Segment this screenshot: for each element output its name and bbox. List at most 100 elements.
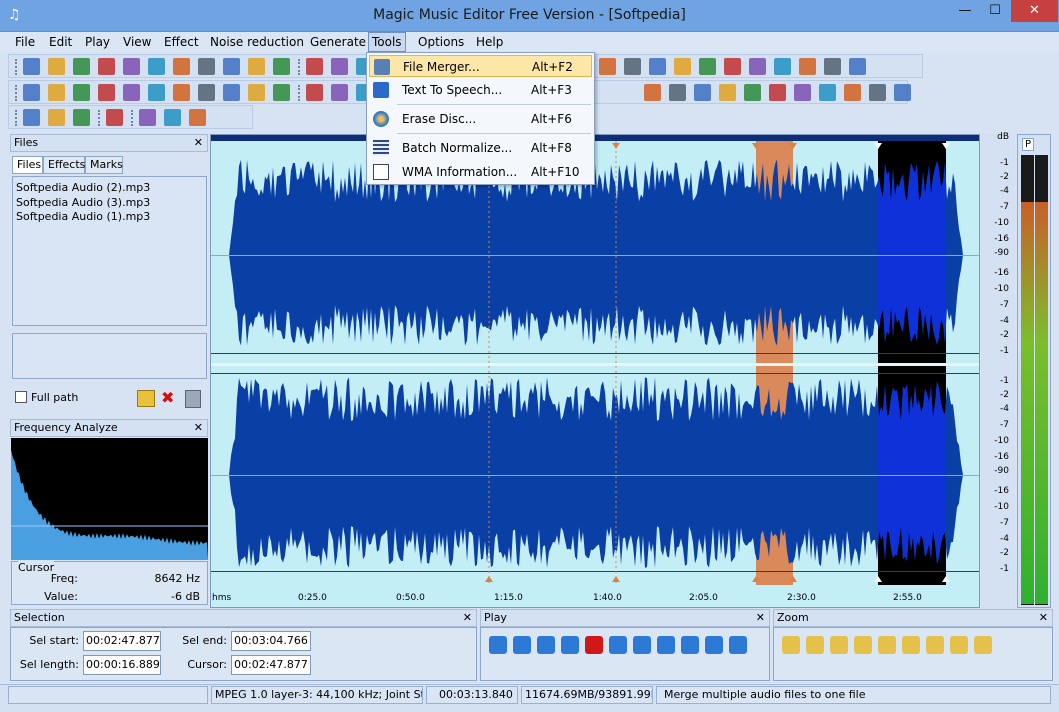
toolbar-grip[interactable] (15, 85, 18, 101)
toolbar-grip[interactable] (131, 110, 134, 126)
toolbar-button-icon[interactable] (744, 84, 761, 101)
toolbar-button-icon[interactable] (148, 58, 165, 75)
toolbar-button-icon[interactable] (669, 84, 686, 101)
toolbar-button-icon[interactable] (799, 58, 816, 75)
toolbar-button-icon[interactable] (123, 84, 140, 101)
toolbar-button-icon[interactable] (273, 58, 290, 75)
meter-label[interactable]: P (1022, 138, 1035, 151)
toolbar-button-icon[interactable] (844, 84, 861, 101)
toolbar-button-icon[interactable] (23, 109, 40, 126)
zoom-left-icon[interactable] (950, 636, 968, 654)
toolbar-button-icon[interactable] (699, 58, 716, 75)
toolbar-button-icon[interactable] (73, 109, 90, 126)
menu-help[interactable]: Help (473, 34, 506, 50)
menu-file[interactable]: File (12, 34, 38, 50)
sel-end-field[interactable]: 00:03:04.766 (231, 631, 311, 651)
toolbar-button-icon[interactable] (769, 84, 786, 101)
toolbar-button-icon[interactable] (674, 58, 691, 75)
toolbar-button-icon[interactable] (198, 58, 215, 75)
zoom-vertical-out-icon[interactable] (926, 636, 944, 654)
zoom-right-icon[interactable] (974, 636, 992, 654)
toolbar-grip[interactable] (15, 110, 18, 126)
toolbar-button-icon[interactable] (644, 84, 661, 101)
sel-length-field[interactable]: 00:00:16.889 (83, 655, 161, 675)
toolbar-button-icon[interactable] (824, 58, 841, 75)
toolbar-button-icon[interactable] (106, 109, 123, 126)
sel-start-field[interactable]: 00:02:47.877 (83, 631, 161, 651)
files-panel-close-icon[interactable]: ✕ (194, 135, 203, 151)
menu-item-file-merger[interactable]: File Merger... Alt+F2 (369, 55, 592, 77)
zoom-vertical-in-icon[interactable] (902, 636, 920, 654)
toolbar-button-icon[interactable] (331, 58, 348, 75)
toolbar-button-icon[interactable] (139, 109, 156, 126)
toolbar-button-icon[interactable] (223, 84, 240, 101)
play-panel-close-icon[interactable]: ✕ (756, 610, 765, 626)
list-item[interactable]: Softpedia Audio (2).mp3 (16, 181, 203, 196)
toolbar-button-icon[interactable] (98, 84, 115, 101)
delete-icon[interactable]: ✖ (161, 388, 174, 407)
menu-effect[interactable]: Effect (161, 34, 202, 50)
toolbar-button-icon[interactable] (849, 58, 866, 75)
toolbar-button-icon[interactable] (774, 58, 791, 75)
toolbar-button-icon[interactable] (248, 58, 265, 75)
toolbar-button-icon[interactable] (198, 84, 215, 101)
trash-icon[interactable] (185, 390, 201, 408)
list-item[interactable]: Softpedia Audio (1).mp3 (16, 210, 203, 225)
toolbar-grip[interactable] (298, 59, 301, 75)
toolbar-grip[interactable] (98, 110, 101, 126)
toolbar-button-icon[interactable] (749, 58, 766, 75)
menu-item-batch-normalize[interactable]: Batch Normalize... Alt+F8 (369, 137, 592, 159)
toolbar-button-icon[interactable] (273, 84, 290, 101)
toolbar-button-icon[interactable] (694, 84, 711, 101)
toolbar-button-icon[interactable] (73, 58, 90, 75)
fast-forward-icon[interactable] (705, 636, 723, 654)
toolbar-button-icon[interactable] (624, 58, 641, 75)
tab-files[interactable]: Files (12, 156, 43, 174)
zoom-panel-close-icon[interactable]: ✕ (1039, 610, 1048, 626)
toolbar-button-icon[interactable] (148, 84, 165, 101)
toolbar-button-icon[interactable] (719, 84, 736, 101)
menu-edit[interactable]: Edit (46, 34, 75, 50)
tab-marks[interactable]: Marks (85, 156, 123, 174)
rewind-icon[interactable] (657, 636, 675, 654)
menu-noise-reduction[interactable]: Noise reduction (207, 34, 307, 50)
toolbar-button-icon[interactable] (794, 84, 811, 101)
list-item[interactable]: Softpedia Audio (3).mp3 (16, 196, 203, 211)
selection-panel-close-icon[interactable]: ✕ (463, 610, 472, 626)
minimize-button[interactable]: — (950, 0, 980, 22)
toolbar-button-icon[interactable] (48, 84, 65, 101)
toolbar-button-icon[interactable] (248, 84, 265, 101)
toolbar-button-icon[interactable] (123, 58, 140, 75)
zoom-in-icon[interactable] (782, 636, 800, 654)
toolbar-button-icon[interactable] (599, 58, 616, 75)
menu-item-wma-information[interactable]: WMA Information... Alt+F10 (369, 161, 592, 183)
skip-end-icon[interactable] (729, 636, 747, 654)
stop-icon[interactable] (609, 636, 627, 654)
toolbar-button-icon[interactable] (223, 58, 240, 75)
toolbar-button-icon[interactable] (306, 58, 323, 75)
toolbar-button-icon[interactable] (23, 84, 40, 101)
menu-generate[interactable]: Generate (307, 34, 369, 50)
menu-play[interactable]: Play (82, 34, 113, 50)
toolbar-button-icon[interactable] (189, 109, 206, 126)
freq-panel-close-icon[interactable]: ✕ (194, 420, 203, 436)
toolbar-grip[interactable] (15, 59, 18, 75)
toolbar-button-icon[interactable] (173, 84, 190, 101)
play-icon[interactable] (489, 636, 507, 654)
toolbar-button-icon[interactable] (306, 84, 323, 101)
toolbar-button-icon[interactable] (98, 58, 115, 75)
menu-item-text-to-speech[interactable]: Text To Speech... Alt+F3 (369, 79, 592, 101)
zoom-selection-icon[interactable] (854, 636, 872, 654)
zoom-all-icon[interactable] (878, 636, 896, 654)
close-button[interactable]: ✕ (1011, 0, 1058, 22)
toolbar-button-icon[interactable] (819, 84, 836, 101)
loop-icon[interactable] (537, 636, 555, 654)
menu-view[interactable]: View (120, 34, 154, 50)
toolbar-button-icon[interactable] (869, 84, 886, 101)
toolbar-button-icon[interactable] (894, 84, 911, 101)
waveform-area[interactable] (210, 134, 980, 608)
play-selection-icon[interactable] (681, 636, 699, 654)
record-icon[interactable] (585, 636, 603, 654)
maximize-button[interactable]: ☐ (980, 0, 1010, 22)
skip-start-icon[interactable] (633, 636, 651, 654)
